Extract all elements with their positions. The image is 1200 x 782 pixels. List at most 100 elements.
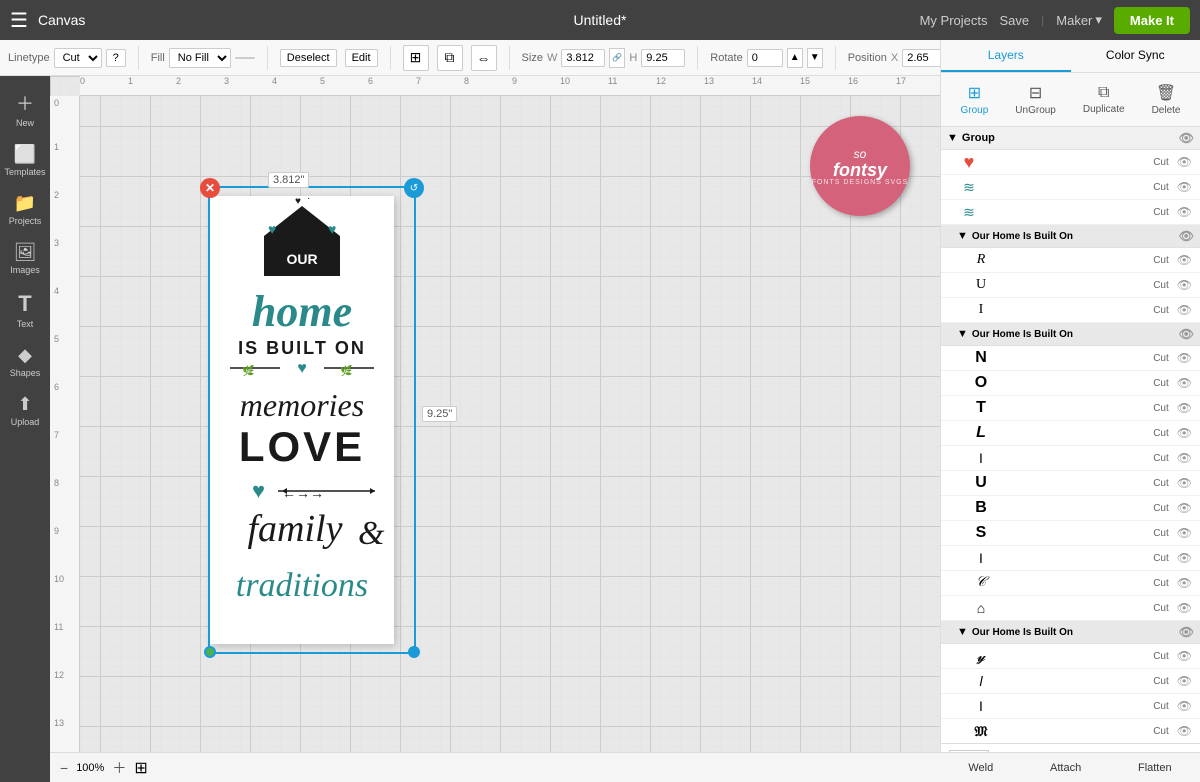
layer-item[interactable]: ≋ Cut 👁 (941, 200, 1200, 225)
group-layer-header[interactable]: ▼ Group 👁 (941, 127, 1200, 150)
design-canvas[interactable]: OUR ♥ ♥ ♥ · home IS BUILT ON ♥ 🌿 🌿 memor… (210, 196, 394, 644)
sub-group-header-3[interactable]: ▼ Our Home Is Built On 👁 (941, 621, 1200, 644)
layer-item[interactable]: U Cut 👁 (941, 471, 1200, 496)
rotate-down-button[interactable]: ▼ (807, 48, 823, 68)
layer-visibility-eye[interactable]: 👁 (1177, 426, 1192, 440)
images-tool[interactable]: 🖼 Images (1, 236, 49, 281)
layer-visibility-eye[interactable]: 👁 (1177, 699, 1192, 713)
separator (509, 46, 510, 70)
bottom-right-handle[interactable] (408, 646, 420, 658)
layer-visibility-eye[interactable]: 👁 (1177, 601, 1192, 615)
save-button[interactable]: Save (1000, 13, 1030, 28)
layer-visibility-eye[interactable]: 👁 (1177, 401, 1192, 415)
upload-tool[interactable]: ⬆ Upload (1, 388, 49, 433)
layer-item[interactable]: T Cut 👁 (941, 396, 1200, 421)
left-tools-panel: ＋ New ⬜ Templates 📁 Projects 🖼 Images T … (0, 76, 50, 782)
lock-proportions-button[interactable]: 🔗 (609, 48, 625, 68)
color-sync-tab[interactable]: Color Sync (1071, 40, 1200, 72)
layers-tab[interactable]: Layers (941, 40, 1071, 72)
layer-item[interactable]: 𝔂 Cut 👁 (941, 644, 1200, 669)
deselect-button[interactable]: Deselect (280, 49, 337, 67)
bottom-left-handle[interactable] (204, 646, 216, 658)
my-projects-link[interactable]: My Projects (920, 13, 988, 28)
layer-item[interactable]: O Cut 👁 (941, 371, 1200, 396)
layer-visibility-eye[interactable]: 👁 (1177, 376, 1192, 390)
zoom-out-button[interactable]: − (60, 760, 68, 776)
rotate-input[interactable] (747, 49, 783, 67)
layer-item[interactable]: I Cut 👁 (941, 298, 1200, 323)
layer-item[interactable]: U Cut 👁 (941, 273, 1200, 298)
shapes-tool[interactable]: ◆ Shapes (1, 339, 49, 384)
layer-visibility-eye[interactable]: 👁 (1177, 476, 1192, 490)
hamburger-icon[interactable]: ☰ (10, 8, 28, 33)
layer-visibility-eye[interactable]: 👁 (1177, 155, 1192, 169)
sub-group-header-1[interactable]: ▼ Our Home Is Built On 👁 (941, 225, 1200, 248)
layer-visibility-eye[interactable]: 👁 (1177, 303, 1192, 317)
width-input[interactable] (561, 49, 605, 67)
layer-visibility-eye[interactable]: 👁 (1177, 180, 1192, 194)
layer-thumb: 𝔐 (969, 722, 993, 740)
duplicate-tool[interactable]: ⧉ Duplicate (1077, 80, 1131, 119)
flatten-button[interactable]: Flatten (1130, 760, 1180, 776)
layer-visibility-eye[interactable]: 👁 (1177, 649, 1192, 663)
fit-to-screen-button[interactable]: ⊞ (134, 758, 147, 778)
layer-item[interactable]: l Cut 👁 (941, 669, 1200, 694)
sub-group-eye-3[interactable]: 👁 (1179, 625, 1194, 639)
fill-color[interactable] (235, 57, 255, 59)
delete-tool[interactable]: 🗑 Delete (1146, 79, 1187, 120)
layer-visibility-eye[interactable]: 👁 (1177, 501, 1192, 515)
templates-tool[interactable]: ⬜ Templates (1, 138, 49, 183)
sub-group-eye-2[interactable]: 👁 (1179, 327, 1194, 341)
layer-item[interactable]: L Cut 👁 (941, 421, 1200, 446)
layer-item[interactable]: I Cut 👁 (941, 446, 1200, 471)
text-tool[interactable]: T Text (1, 285, 49, 335)
layer-visibility-eye[interactable]: 👁 (1177, 551, 1192, 565)
layer-visibility-eye[interactable]: 👁 (1177, 351, 1192, 365)
maker-dropdown[interactable]: Maker ▾ (1056, 12, 1102, 28)
layer-visibility-eye[interactable]: 👁 (1177, 451, 1192, 465)
zoom-in-button[interactable]: ＋ (112, 758, 126, 778)
edit-button[interactable]: Edit (345, 49, 378, 67)
sub-group-label-2: Our Home Is Built On (972, 329, 1073, 340)
linetype-select[interactable]: Cut (54, 48, 102, 68)
layer-visibility-eye[interactable]: 👁 (1177, 724, 1192, 738)
attach-button[interactable]: Attach (1042, 760, 1089, 776)
align-button[interactable]: ⊞ (403, 45, 429, 71)
layer-item[interactable]: 𝒞 Cut 👁 (941, 571, 1200, 596)
layer-visibility-eye[interactable]: 👁 (1177, 253, 1192, 267)
layer-visibility-eye[interactable]: 👁 (1177, 278, 1192, 292)
layer-item[interactable]: N Cut 👁 (941, 346, 1200, 371)
fill-select[interactable]: No Fill (169, 48, 231, 68)
layer-item[interactable]: ⌂ Cut 👁 (941, 596, 1200, 621)
sub-group-eye[interactable]: 👁 (1179, 229, 1194, 243)
projects-tool[interactable]: 📁 Projects (1, 187, 49, 232)
layer-item[interactable]: S Cut 👁 (941, 521, 1200, 546)
linetype-help[interactable]: ? (106, 49, 126, 67)
pos-x-input[interactable] (902, 49, 942, 67)
layer-item[interactable]: I Cut 👁 (941, 694, 1200, 719)
layer-item[interactable]: ≋ Cut 👁 (941, 175, 1200, 200)
height-input[interactable] (641, 49, 685, 67)
group-visibility-eye[interactable]: 👁 (1179, 131, 1194, 145)
layer-item[interactable]: I Cut 👁 (941, 546, 1200, 571)
ruler-vertical: 0 1 2 3 4 5 6 7 8 9 10 11 12 13 14 15 (50, 96, 80, 782)
layer-item[interactable]: ♥ Cut 👁 (941, 150, 1200, 175)
layer-visibility-eye[interactable]: 👁 (1177, 205, 1192, 219)
layer-visibility-eye[interactable]: 👁 (1177, 526, 1192, 540)
layer-item[interactable]: 𝔐 Cut 👁 (941, 719, 1200, 743)
layer-item[interactable]: B Cut 👁 (941, 496, 1200, 521)
layer-visibility-eye[interactable]: 👁 (1177, 674, 1192, 688)
layer-item[interactable]: R Cut 👁 (941, 248, 1200, 273)
new-tool[interactable]: ＋ New (1, 84, 49, 134)
separator (697, 46, 698, 70)
sub-group-header-2[interactable]: ▼ Our Home Is Built On 👁 (941, 323, 1200, 346)
rotate-up-button[interactable]: ▲ (787, 48, 803, 68)
group-tool[interactable]: ⊞ Group (955, 79, 995, 120)
canvas-area[interactable]: 0 1 2 3 4 5 6 7 8 9 10 11 12 13 14 15 16… (50, 76, 940, 782)
arrange-button[interactable]: ⧉ (437, 45, 463, 71)
weld-button[interactable]: Weld (960, 760, 1001, 776)
layer-visibility-eye[interactable]: 👁 (1177, 576, 1192, 590)
flip-button[interactable]: ⇔ (471, 45, 497, 71)
ungroup-tool[interactable]: ⊟ UnGroup (1009, 79, 1062, 120)
make-it-button[interactable]: Make It (1114, 7, 1190, 34)
